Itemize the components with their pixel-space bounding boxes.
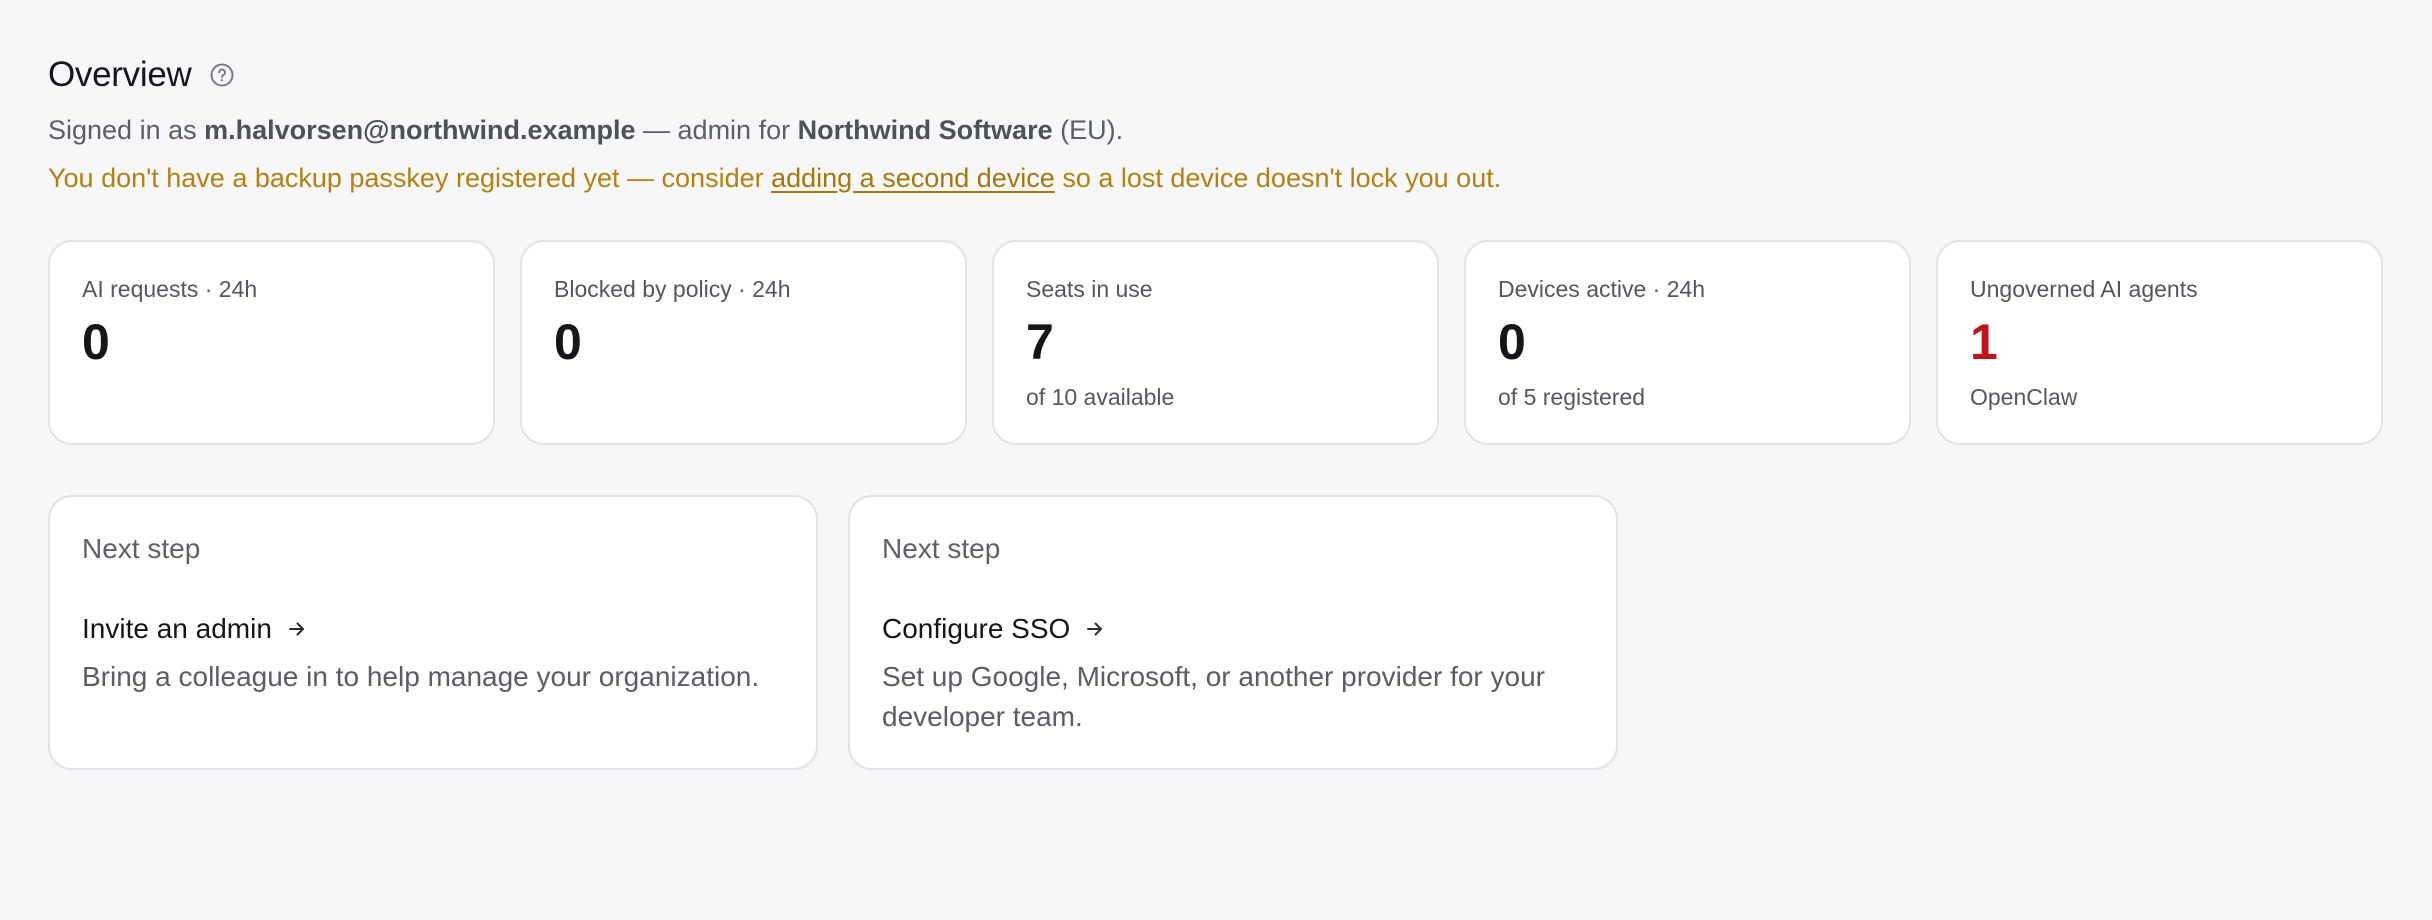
next-step-card-configure-sso: Next step Configure SSO Set up Google, M…: [848, 495, 1618, 770]
arrow-right-icon: [286, 618, 308, 640]
stat-value: 0: [1498, 314, 1526, 370]
stat-value: 0: [554, 314, 582, 370]
stat-card-seats-in-use: Seats in use 7 of 10 available: [992, 240, 1439, 445]
stat-label: AI requests · 24h: [82, 276, 258, 302]
overview-page: Overview Signed in as m.halvorsen@northw…: [48, 52, 2384, 770]
add-second-device-link[interactable]: adding a second device: [771, 163, 1055, 193]
step-kicker: Next step: [82, 533, 201, 564]
signed-in-text: Signed in as m.halvorsen@northwind.examp…: [48, 112, 2384, 148]
stats-row: AI requests · 24h 0 Blocked by policy · …: [48, 240, 2383, 445]
next-step-card-invite-admin: Next step Invite an admin Bring a collea…: [48, 495, 818, 770]
user-email: m.halvorsen@northwind.example: [204, 115, 636, 145]
step-title: Invite an admin: [82, 613, 272, 644]
signed-in-prefix: Signed in as: [48, 115, 205, 145]
stat-card-devices-active: Devices active · 24h 0 of 5 registered: [1464, 240, 1911, 445]
invite-admin-link[interactable]: Invite an admin: [82, 611, 308, 647]
stat-subtext: of 5 registered: [1498, 384, 1646, 410]
stat-value: 0: [82, 314, 110, 370]
warning-prefix: You don't have a backup passkey register…: [48, 163, 772, 193]
step-description: Bring a colleague in to help manage your…: [82, 661, 760, 692]
question-circle-icon[interactable]: [209, 62, 235, 88]
stat-card-blocked-by-policy: Blocked by policy · 24h 0: [520, 240, 967, 445]
org-name: Northwind Software: [797, 115, 1053, 145]
stat-label: Ungoverned AI agents: [1970, 276, 2198, 302]
passkey-warning: You don't have a backup passkey register…: [48, 160, 2384, 196]
step-title: Configure SSO: [882, 613, 1071, 644]
arrow-right-icon: [1084, 618, 1106, 640]
stat-card-ungoverned-ai-agents[interactable]: Ungoverned AI agents 1 OpenClaw: [1936, 240, 2383, 445]
next-steps-row: Next step Invite an admin Bring a collea…: [48, 495, 1618, 770]
step-description: Set up Google, Microsoft, or another pro…: [882, 661, 1545, 732]
stat-value-alert: 1: [1970, 314, 1998, 370]
stat-subtext: OpenClaw: [1970, 384, 2078, 410]
stat-label: Blocked by policy · 24h: [554, 276, 791, 302]
step-kicker: Next step: [882, 533, 1001, 564]
stat-label: Seats in use: [1026, 276, 1153, 302]
page-title: Overview: [48, 55, 192, 94]
stat-subtext: of 10 available: [1026, 384, 1175, 410]
stat-label: Devices active · 24h: [1498, 276, 1706, 302]
warning-suffix: so a lost device doesn't lock you out.: [1054, 163, 1502, 193]
stat-value: 7: [1026, 314, 1054, 370]
stat-card-ai-requests: AI requests · 24h 0: [48, 240, 495, 445]
region-text: (EU).: [1052, 115, 1124, 145]
role-text: — admin for: [635, 115, 798, 145]
configure-sso-link[interactable]: Configure SSO: [882, 611, 1106, 647]
title-row: Overview: [48, 52, 2384, 98]
